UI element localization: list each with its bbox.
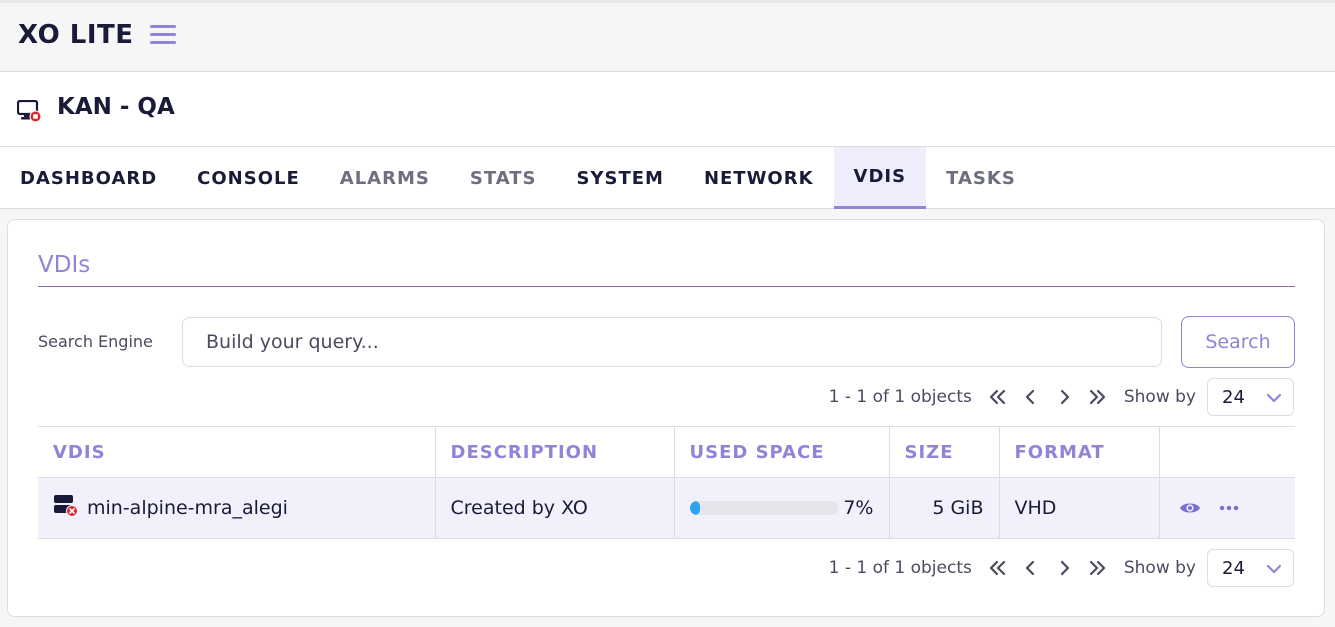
eye-icon[interactable]	[1179, 500, 1201, 516]
next-page-icon[interactable]	[1048, 382, 1081, 412]
vdis-card: VDIs Search Engine Search 1 - 1 of 1 obj…	[7, 219, 1325, 617]
show-by-value: 24	[1222, 386, 1245, 408]
first-page-icon[interactable]	[982, 553, 1015, 583]
top-bar: XO LITE	[0, 0, 1335, 72]
cell-format: VHD	[999, 477, 1160, 539]
tab-bar: DASHBOARD CONSOLE ALARMS STATS SYSTEM NE…	[0, 147, 1335, 209]
pagination-top: 1 - 1 of 1 objects Show by 24	[829, 378, 1294, 416]
tab-system[interactable]: SYSTEM	[556, 147, 683, 209]
last-page-icon[interactable]	[1081, 553, 1114, 583]
show-by-select[interactable]: 24	[1207, 549, 1294, 587]
show-by-value: 24	[1222, 557, 1245, 579]
tab-stats[interactable]: STATS	[450, 147, 557, 209]
cell-actions	[1159, 477, 1295, 539]
cell-size: 5 GiB	[889, 477, 1000, 539]
vdi-disk-error-icon	[53, 494, 79, 523]
vm-halted-icon	[16, 99, 43, 128]
next-page-icon[interactable]	[1048, 553, 1081, 583]
vm-title: KAN - QA	[57, 94, 175, 120]
first-page-icon[interactable]	[982, 382, 1015, 412]
title-divider	[38, 286, 1295, 287]
search-engine-label: Search Engine	[38, 332, 153, 351]
app-logo[interactable]: XO LITE	[18, 20, 134, 50]
column-header-vdis[interactable]: VDIS	[38, 426, 436, 478]
cell-used-space: 7%	[674, 477, 890, 539]
show-by-label: Show by	[1123, 558, 1196, 578]
pagination-count: 1 - 1 of 1 objects	[828, 387, 972, 407]
chevron-down-icon	[1266, 387, 1282, 408]
column-header-format[interactable]: FORMAT	[999, 426, 1160, 478]
tab-vdis[interactable]: VDIS	[833, 147, 927, 209]
table-row[interactable]: min-alpine-mra_alegi Created by XO 7% 5 …	[38, 477, 1295, 539]
chevron-down-icon	[1266, 558, 1282, 579]
used-space-bar	[689, 501, 838, 515]
show-by-label: Show by	[1123, 387, 1196, 407]
previous-page-icon[interactable]	[1015, 553, 1048, 583]
vdi-name[interactable]: min-alpine-mra_alegi	[87, 497, 288, 519]
tab-network[interactable]: NETWORK	[684, 147, 834, 209]
column-header-used-space[interactable]: USED SPACE	[674, 426, 890, 478]
vm-header: KAN - QA	[0, 72, 1335, 147]
previous-page-icon[interactable]	[1015, 382, 1048, 412]
cell-description: Created by XO	[435, 477, 675, 539]
tab-dashboard[interactable]: DASHBOARD	[0, 147, 177, 209]
show-by-select[interactable]: 24	[1207, 378, 1294, 416]
tab-console[interactable]: CONSOLE	[177, 147, 320, 209]
tab-tasks[interactable]: TASKS	[926, 147, 1036, 209]
column-header-size[interactable]: SIZE	[889, 426, 1000, 478]
last-page-icon[interactable]	[1081, 382, 1114, 412]
column-header-description[interactable]: DESCRIPTION	[435, 426, 675, 478]
more-options-icon[interactable]	[1219, 505, 1239, 511]
search-input[interactable]	[182, 317, 1162, 367]
card-title: VDIs	[38, 252, 91, 278]
cell-vdi-name: min-alpine-mra_alegi	[38, 477, 436, 539]
tab-alarms[interactable]: ALARMS	[320, 147, 450, 209]
table-header-row: VDIS DESCRIPTION USED SPACE SIZE FORMAT	[38, 426, 1295, 478]
hamburger-menu-icon[interactable]	[150, 25, 176, 49]
vdis-table: VDIS DESCRIPTION USED SPACE SIZE FORMAT	[38, 426, 1295, 539]
used-space-bar-fill	[689, 501, 700, 515]
column-header-actions	[1159, 426, 1295, 478]
used-space-percent: 7%	[843, 497, 874, 519]
search-button[interactable]: Search	[1181, 316, 1295, 368]
pagination-bottom: 1 - 1 of 1 objects Show by 24	[829, 549, 1294, 587]
pagination-count: 1 - 1 of 1 objects	[828, 558, 972, 578]
